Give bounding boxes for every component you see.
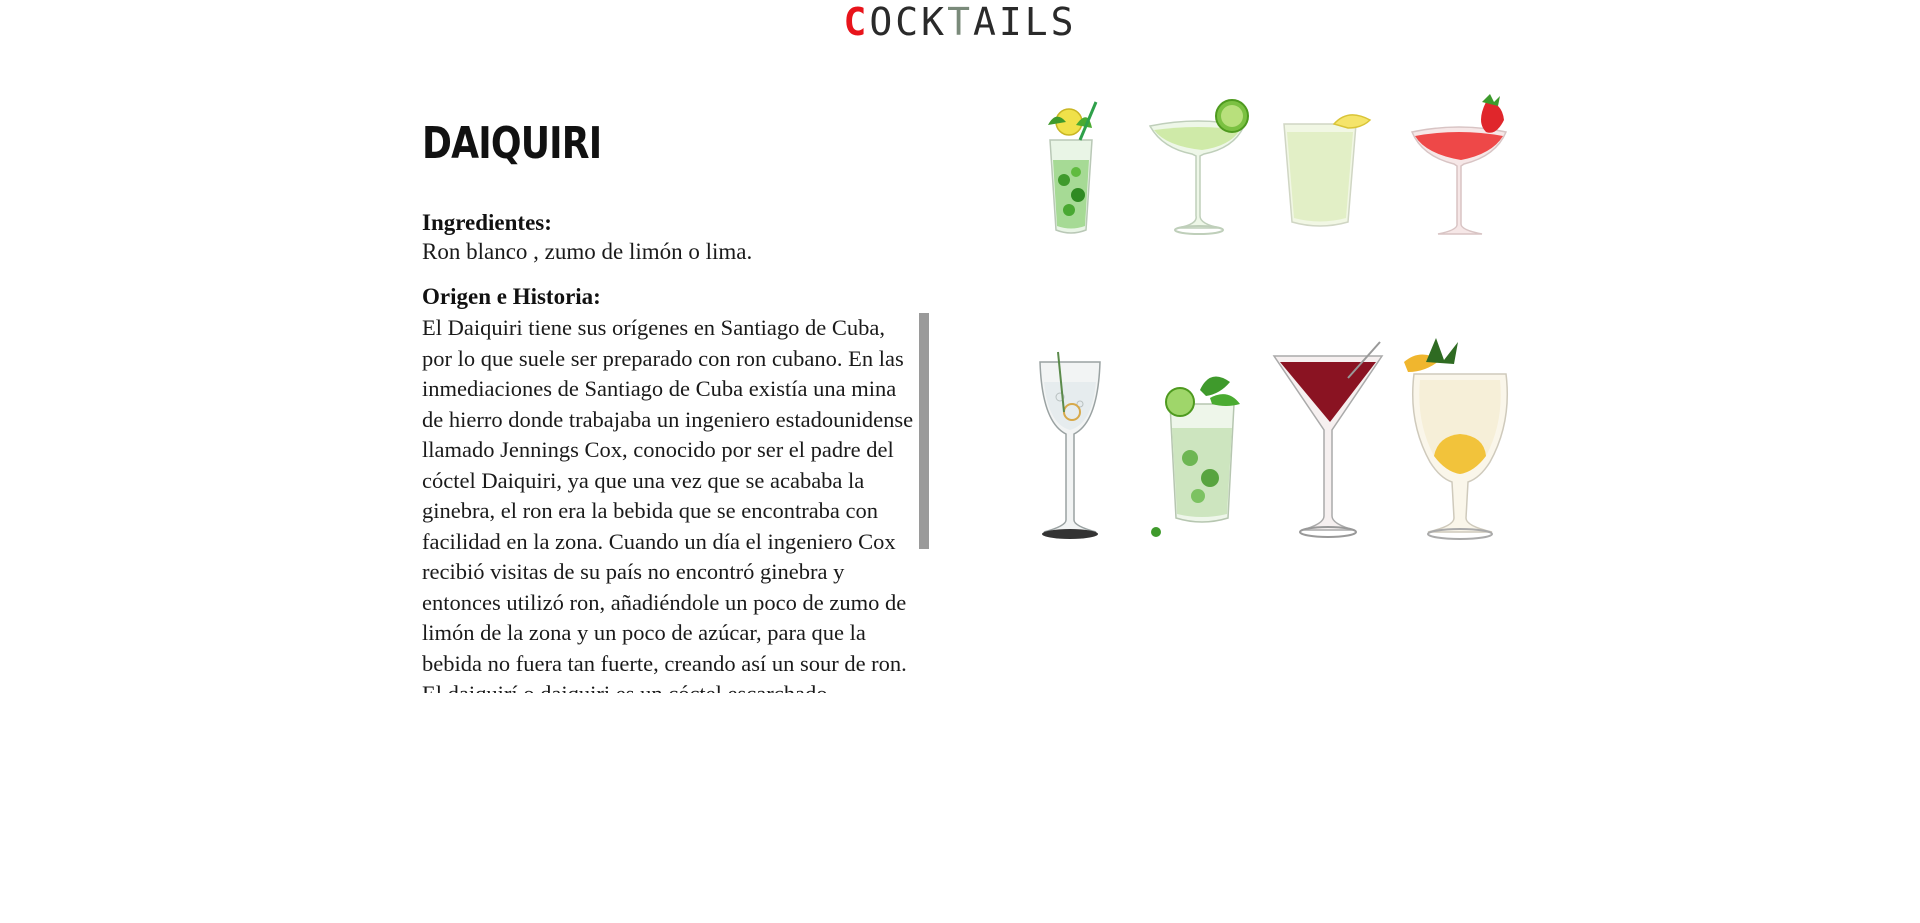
logo-text-mid: OCK — [869, 0, 948, 44]
logo-letter-t: T — [947, 0, 973, 44]
history-scroll-area[interactable]: El Daiquiri tiene sus orígenes en Santia… — [422, 313, 920, 693]
gin-tonic-glass-icon[interactable] — [1030, 342, 1110, 542]
site-logo[interactable]: COCKTAILS — [0, 2, 1920, 42]
history-text: El Daiquiri tiene sus orígenes en Santia… — [422, 315, 914, 693]
pina-colada-glass-icon[interactable] — [1400, 332, 1520, 542]
cosmopolitan-martini-glass-icon[interactable] — [1268, 338, 1388, 538]
history-scrollbar[interactable] — [919, 313, 929, 549]
ingredients-text: Ron blanco , zumo de limón o lima. — [422, 239, 753, 264]
margarita-lime-glass-icon[interactable] — [1144, 96, 1254, 236]
cocktail-title: DAIQUIRI — [422, 118, 602, 169]
ingredients-label: Ingredientes: — [422, 210, 552, 235]
strawberry-margarita-glass-icon[interactable] — [1404, 92, 1514, 237]
logo-letter-c: C — [843, 0, 870, 44]
mojito-glass-icon[interactable] — [1036, 100, 1106, 240]
history-label: Origen e Historia: — [422, 284, 601, 309]
frozen-daiquiri-glass-icon[interactable] — [1274, 102, 1374, 232]
caipirinha-glass-icon[interactable] — [1150, 368, 1250, 538]
cocktail-gallery — [1030, 80, 1530, 560]
logo-text-rest: AILS — [972, 0, 1077, 44]
